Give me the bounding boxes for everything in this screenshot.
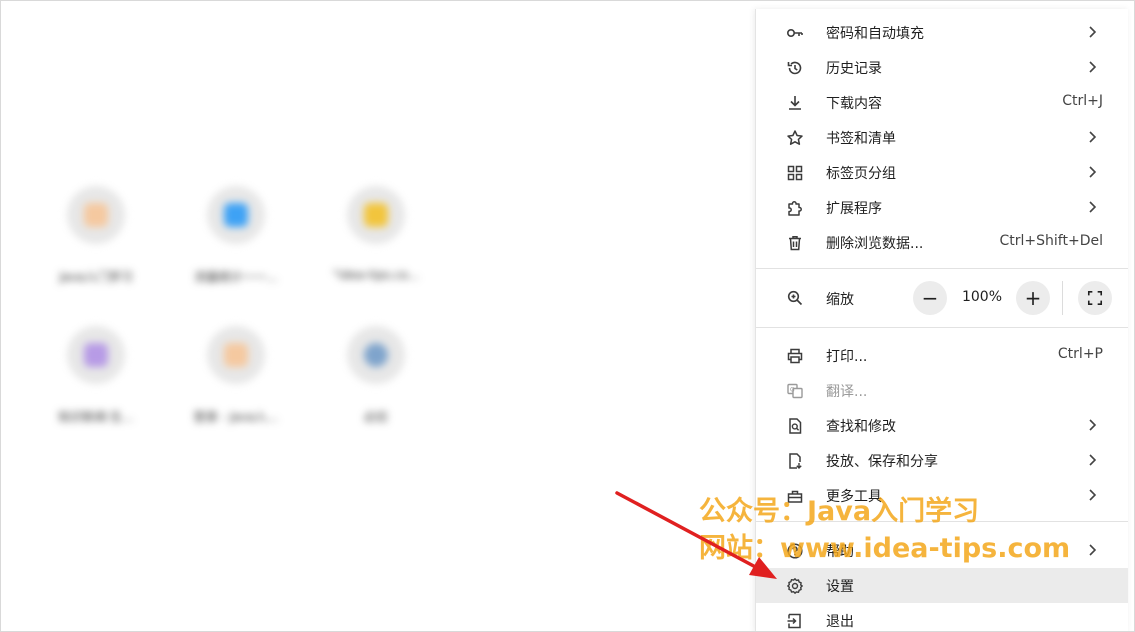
browser-window: Java入门学习 流量统计一一... "idea-tips.co... 知识新闻… <box>0 0 1135 632</box>
annotation-arrow <box>615 491 777 579</box>
